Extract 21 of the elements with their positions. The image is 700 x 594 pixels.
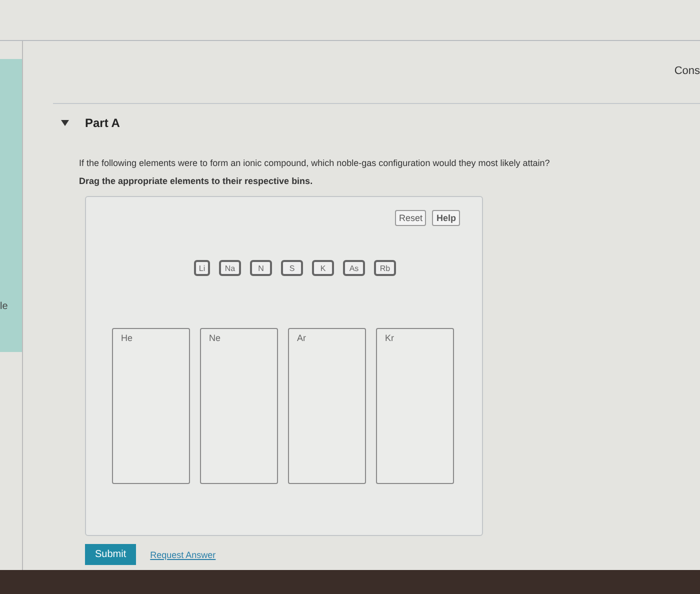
side-tab-text: le (0, 301, 8, 312)
drop-bin[interactable]: Ar (288, 328, 366, 484)
element-tile[interactable]: Li (194, 260, 210, 276)
element-tile[interactable]: N (250, 260, 272, 276)
element-tile[interactable]: K (312, 260, 334, 276)
drop-bin[interactable]: Kr (376, 328, 454, 484)
element-tile[interactable]: Na (219, 260, 241, 276)
drop-bin[interactable]: He (112, 328, 190, 484)
element-tile[interactable]: As (343, 260, 365, 276)
element-tile[interactable]: S (281, 260, 303, 276)
tool-button[interactable]: Help (432, 210, 460, 226)
request-answer-link[interactable]: Request Answer (150, 550, 216, 560)
drop-bin[interactable]: Ne (200, 328, 278, 484)
part-title: Part A (85, 116, 120, 130)
constants-link[interactable]: Cons (674, 65, 700, 81)
submit-button[interactable]: Submit (85, 544, 136, 565)
tool-button[interactable]: Reset (394, 210, 426, 226)
question-text: If the following elements were to form an ionic compound, which noble-gas configuration would they most likely attain? (79, 158, 551, 168)
instruction-text: Drag the appropriate elements to their respective bins. (79, 176, 314, 186)
caret-down-icon[interactable] (61, 120, 69, 126)
element-tile[interactable]: Rb (374, 260, 396, 276)
